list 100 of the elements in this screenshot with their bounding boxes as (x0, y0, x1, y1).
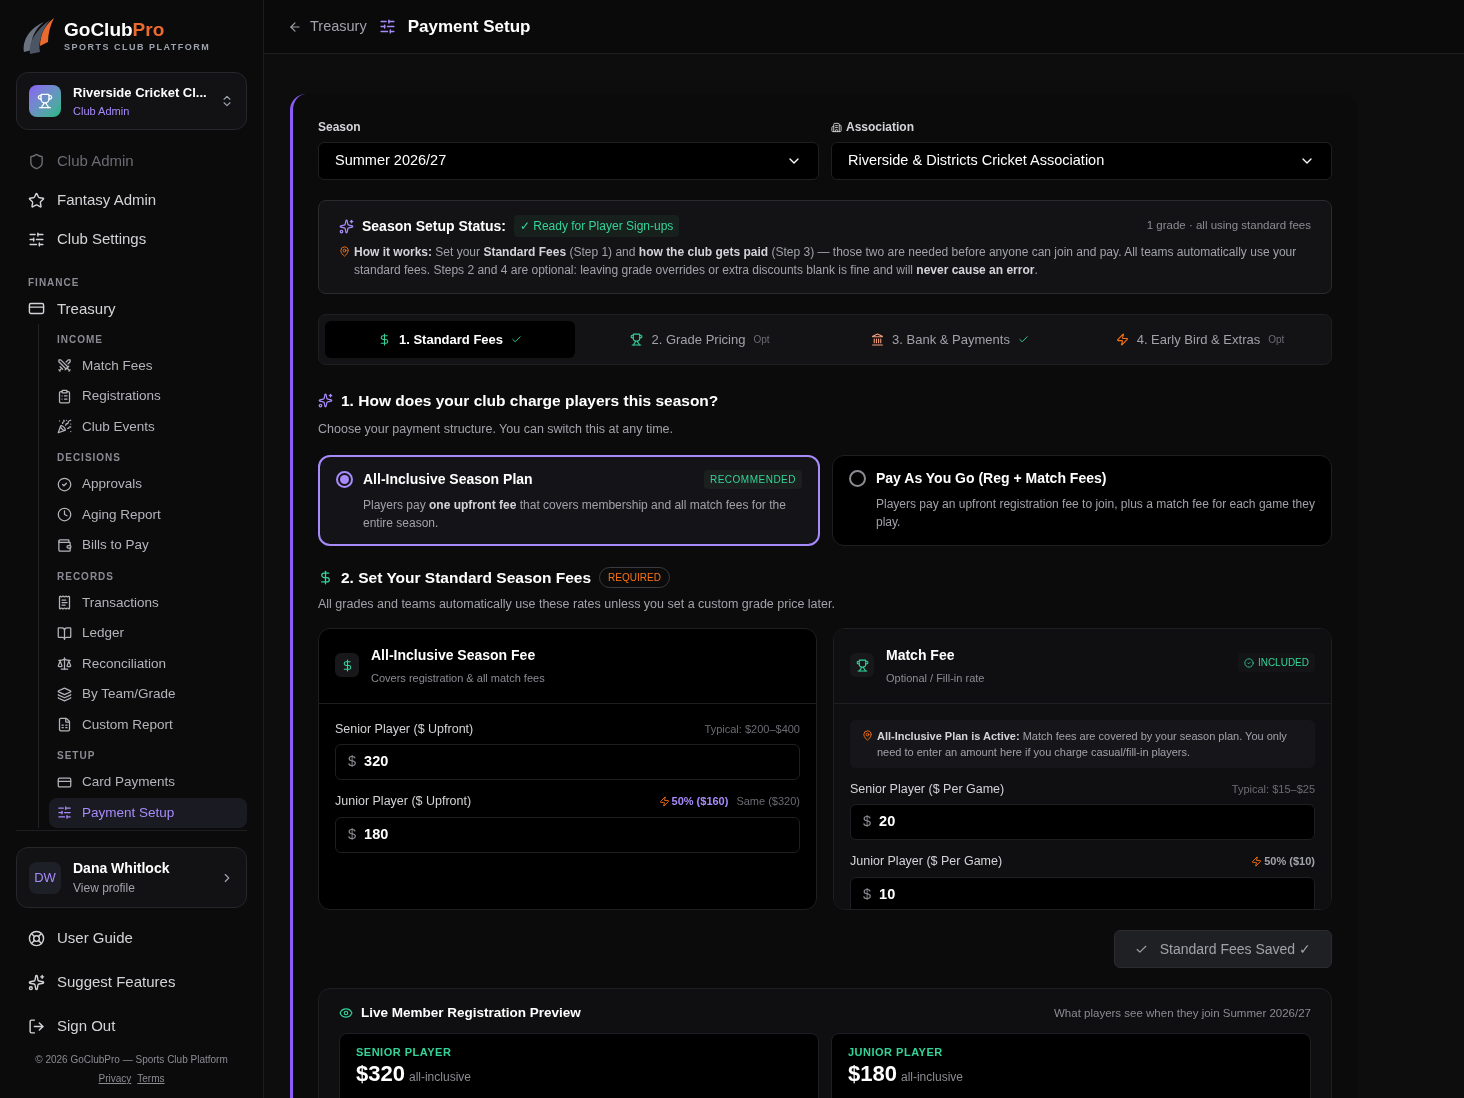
trophy-icon (850, 653, 874, 677)
plan-title: Pay As You Go (Reg + Match Fees) (876, 469, 1107, 488)
page-title: Payment Setup (407, 15, 531, 38)
nav-subitem[interactable]: Custom Report (49, 709, 247, 740)
card-title: Match Fee (886, 646, 956, 665)
dollar-icon (318, 570, 333, 586)
nav-subitem[interactable]: Club Events (49, 411, 247, 442)
nav-item[interactable]: Fantasy Admin (16, 181, 247, 220)
section-subtitle: Choose your payment structure. You can switch this at any time. (318, 421, 675, 439)
nav-subitem[interactable]: Ledger (49, 618, 247, 649)
profile-link: View profile (73, 880, 136, 897)
ready-badge: ✓ Ready for Player Sign-ups (513, 215, 680, 237)
nav-subitem[interactable]: Reconciliation (49, 648, 247, 679)
lightning-icon (1251, 856, 1263, 868)
club-role: Club Admin (73, 103, 131, 119)
back-link[interactable]: Treasury (310, 15, 367, 38)
amount-field[interactable]: $ 10 (850, 877, 1315, 909)
nav-subitem[interactable]: Match Fees (49, 350, 247, 381)
lightning-icon (658, 796, 670, 808)
step-tab[interactable]: 1. Standard Fees (325, 321, 575, 358)
nav-subitem[interactable]: Aging Report (49, 499, 247, 530)
plan-description: Players pay one upfront fee that covers membership and all match fees for the entire season. (363, 497, 787, 532)
section-title: 1. How does your club charge players this season? (341, 391, 719, 411)
plan-note: All-Inclusive Plan is Active: Match fees are covered by your season plan. You only need to enter an amount here if you charge casual/fill-in players. (877, 728, 1288, 760)
nav-item[interactable]: Club Settings (16, 220, 247, 259)
pin-icon (339, 246, 350, 257)
plan-option[interactable]: All-Inclusive Season Plan RECOMMENDED Players pay one upfront fee that covers membership and all match fees for the entire season. (318, 455, 820, 546)
preview-label: SENIOR PLAYER (356, 1045, 453, 1061)
card-subtitle: Optional / Fill-in rate (886, 671, 986, 686)
nav-item[interactable]: User Guide (16, 916, 247, 960)
field-label: Association (831, 118, 1332, 136)
discount-hint: 50% ($160) (658, 793, 729, 810)
field-label: Senior Player ($ Per Game) (850, 780, 1005, 798)
field-label: Senior Player ($ Upfront) (335, 720, 474, 738)
status-meta: 1 grade · all using standard fees (1146, 218, 1311, 234)
field-label: Junior Player ($ Upfront) (335, 793, 472, 811)
radio-icon (849, 470, 866, 487)
user-name: Dana Whitlock (73, 859, 171, 878)
check-icon (511, 334, 522, 345)
section-label: FINANCE (27, 276, 81, 290)
section-title: 2. Set Your Standard Season Fees (341, 568, 592, 588)
nav-subitem[interactable]: By Team/Grade (49, 679, 247, 710)
nav-subitem[interactable]: Registrations (49, 381, 247, 412)
pin-icon (862, 729, 873, 741)
footer-link[interactable]: Terms (137, 1071, 165, 1086)
step-tab[interactable]: 3. Bank & Payments (825, 321, 1075, 358)
select-field[interactable]: Riverside & Districts Cricket Association (831, 142, 1332, 180)
preview-suffix: all-inclusive (900, 1068, 963, 1086)
footer-link[interactable]: Privacy (98, 1071, 132, 1086)
section-subtitle: All grades and teams automatically use these rates unless you set a custom grade price later. (318, 596, 836, 614)
sparkles-icon (339, 218, 354, 234)
dollar-icon (335, 653, 359, 677)
nav-subitem[interactable]: Approvals (49, 469, 247, 500)
club-name: Riverside Cricket Cl... (73, 84, 208, 102)
preview-title: Live Member Registration Preview (361, 1004, 581, 1022)
field-label: Junior Player ($ Per Game) (850, 853, 1003, 871)
group-label: SETUP (56, 749, 97, 763)
step-tab[interactable]: 4. Early Bird & Extras Opt (1075, 321, 1325, 358)
group-label: DECISIONS (56, 451, 122, 465)
avatar: DW (29, 861, 61, 894)
group-label: RECORDS (56, 569, 115, 584)
card-subtitle: Covers registration & all match fees (371, 671, 546, 686)
plan-title: All-Inclusive Season Plan (363, 470, 533, 489)
preview-price: $320 (356, 1060, 405, 1087)
nav-subitem[interactable]: Card Payments (49, 767, 247, 798)
select-field[interactable]: Summer 2026/27 (318, 142, 819, 180)
nav-item[interactable]: Suggest Features (16, 960, 247, 1004)
nav-subitem[interactable]: Payment Setup (49, 797, 247, 828)
preview-suffix: all-inclusive (408, 1068, 471, 1086)
plan-option[interactable]: Pay As You Go (Reg + Match Fees) Players pay an upfront registration fee to join, plus a match fee for each game they play. (832, 455, 1332, 546)
nav-subitem[interactable]: Bills to Pay (49, 530, 247, 561)
preview-price: $180 (848, 1060, 897, 1087)
plan-description: Players pay an upfront registration fee to join, plus a match fee for each game they play. (876, 496, 1315, 531)
club-switcher[interactable]: Riverside Cricket Cl... Club Admin (16, 72, 247, 130)
group-label: INCOME (56, 332, 104, 347)
preview-meta: What players see when they join Summer 2026/27 (1054, 1005, 1311, 1021)
step-tab[interactable]: 2. Grade Pricing Opt (575, 321, 825, 358)
copyright: © 2026 GoClubPro — Sports Club Platform (34, 1053, 229, 1067)
typical-hint: Typical: $15–$25 (1231, 781, 1315, 797)
preview-label: JUNIOR PLAYER (848, 1045, 944, 1061)
save-button[interactable]: Standard Fees Saved ✓ (1113, 930, 1332, 968)
nav-subitem[interactable]: Transactions (49, 587, 247, 618)
nav-item[interactable]: Treasury (16, 294, 247, 324)
sliders-icon (378, 18, 396, 35)
typical-hint: Same ($320) (736, 794, 800, 810)
status-title: Season Setup Status: (362, 216, 506, 236)
amount-field[interactable]: $ 320 (335, 744, 800, 781)
discount-hint: 50% ($10) (1251, 853, 1315, 870)
building-icon (831, 121, 842, 133)
nav-item[interactable]: Sign Out (16, 1004, 247, 1048)
brand-name: GoClubPro (64, 20, 166, 39)
profile-card[interactable]: DW Dana Whitlock View profile (16, 847, 247, 908)
trophy-icon (29, 85, 61, 117)
typical-hint: Typical: $200–$400 (704, 721, 800, 737)
eye-icon (339, 1006, 353, 1021)
amount-field[interactable]: $ 180 (335, 817, 800, 853)
recommended-badge: RECOMMENDED (703, 470, 802, 489)
card-title: All-Inclusive Season Fee (371, 646, 537, 665)
brand-tagline: SPORTS CLUB PLATFORM (64, 43, 211, 52)
amount-field[interactable]: $ 20 (850, 804, 1315, 841)
